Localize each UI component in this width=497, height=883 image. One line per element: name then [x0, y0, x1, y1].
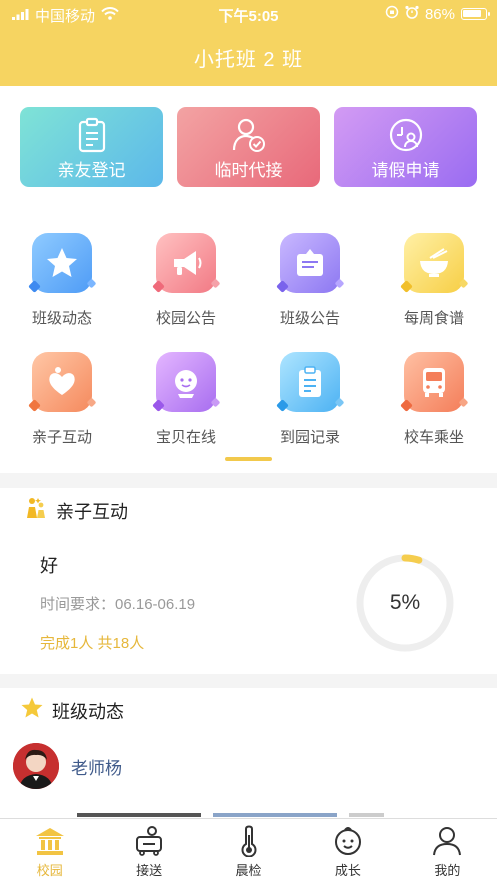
- grid-item-class-news[interactable]: 班级动态: [0, 233, 124, 328]
- app-header: 中国移动 下午5:05 86% 小托班 2 班: [0, 0, 497, 86]
- grid-label-class-notice: 班级公告: [279, 310, 340, 327]
- leave-request-label: 请假申请: [371, 161, 440, 180]
- grid-item-school-bus[interactable]: 校车乘坐: [372, 352, 496, 447]
- page-indicator: [225, 457, 272, 461]
- grid-item-arrival-record[interactable]: 到园记录: [248, 352, 372, 447]
- post-image-thumb[interactable]: [77, 813, 201, 817]
- notice-board-icon: [276, 233, 345, 293]
- baby-face-icon: [152, 352, 221, 412]
- task-completion: 完成1人 共18人: [40, 635, 145, 652]
- star-badge-icon: [20, 696, 44, 725]
- tab-campus-label: 校园: [36, 863, 63, 878]
- record-clipboard-icon: [276, 352, 345, 412]
- page-title: 小托班 2 班: [193, 49, 304, 71]
- leave-request-button[interactable]: 请假申请: [334, 107, 477, 187]
- progress-label: 5%: [389, 591, 421, 614]
- rotation-lock-icon: [385, 5, 399, 23]
- family-icon: [24, 496, 48, 525]
- alarm-icon: [405, 5, 419, 23]
- task-title: 好: [40, 556, 58, 576]
- tab-growth-label: 成长: [334, 863, 361, 878]
- grid-item-weekly-menu[interactable]: 每周食谱: [372, 233, 496, 328]
- grid-label-parent-child: 亲子互动: [31, 429, 92, 446]
- grid-label-arrival-record: 到园记录: [279, 429, 340, 446]
- temp-pickup-button[interactable]: 临时代接: [177, 107, 320, 187]
- grid-label-class-news: 班级动态: [31, 310, 92, 327]
- grid-item-class-notice[interactable]: 班级公告: [248, 233, 372, 328]
- temp-pickup-label: 临时代接: [214, 161, 283, 180]
- post-image-thumb[interactable]: [349, 813, 384, 817]
- grid-label-campus-notice: 校园公告: [155, 310, 216, 327]
- clipboard-icon: [20, 117, 163, 153]
- heart-hand-icon: [28, 352, 97, 412]
- bus-icon: [400, 352, 469, 412]
- tab-mine-label: 我的: [434, 863, 461, 878]
- grid-item-campus-notice[interactable]: 校园公告: [124, 233, 248, 328]
- grid-item-parent-child[interactable]: 亲子互动: [0, 352, 124, 447]
- interaction-section-header: 亲子互动: [24, 496, 128, 525]
- bowl-icon: [400, 233, 469, 293]
- post-author[interactable]: 老师杨: [71, 754, 122, 779]
- avatar[interactable]: [13, 743, 59, 789]
- grid-item-baby-online[interactable]: 宝贝在线: [124, 352, 248, 447]
- tab-health-check[interactable]: 晨检: [199, 819, 298, 883]
- friend-register-button[interactable]: 亲友登记: [20, 107, 163, 187]
- clock-user-icon: [334, 117, 477, 153]
- star-icon: [28, 233, 97, 293]
- grid-label-baby-online: 宝贝在线: [155, 429, 216, 446]
- tab-mine[interactable]: 我的: [398, 819, 497, 883]
- post-image-thumb[interactable]: [213, 813, 337, 817]
- bottom-tab-bar: 校园 接送 晨检 成长 我的: [0, 818, 497, 883]
- megaphone-icon: [152, 233, 221, 293]
- battery-icon: [461, 8, 490, 20]
- tab-growth[interactable]: 成长: [298, 819, 397, 883]
- class-news-header: 班级动态: [20, 696, 124, 725]
- friend-register-label: 亲友登记: [57, 161, 126, 180]
- tab-pickup-label: 接送: [136, 863, 163, 878]
- user-check-icon: [177, 117, 320, 153]
- class-news-title: 班级动态: [52, 701, 124, 722]
- battery-level: 86%: [424, 5, 455, 23]
- grid-label-weekly-menu: 每周食谱: [403, 310, 464, 327]
- grid-label-school-bus: 校车乘坐: [403, 429, 464, 446]
- task-time-requirement: 时间要求：06.16-06.19: [40, 596, 196, 613]
- status-bar: 中国移动 下午5:05 86%: [0, 0, 497, 28]
- tab-pickup[interactable]: 接送: [99, 819, 198, 883]
- tab-health-check-label: 晨检: [235, 863, 262, 878]
- interaction-section-title: 亲子互动: [56, 501, 128, 522]
- tab-campus[interactable]: 校园: [0, 819, 99, 883]
